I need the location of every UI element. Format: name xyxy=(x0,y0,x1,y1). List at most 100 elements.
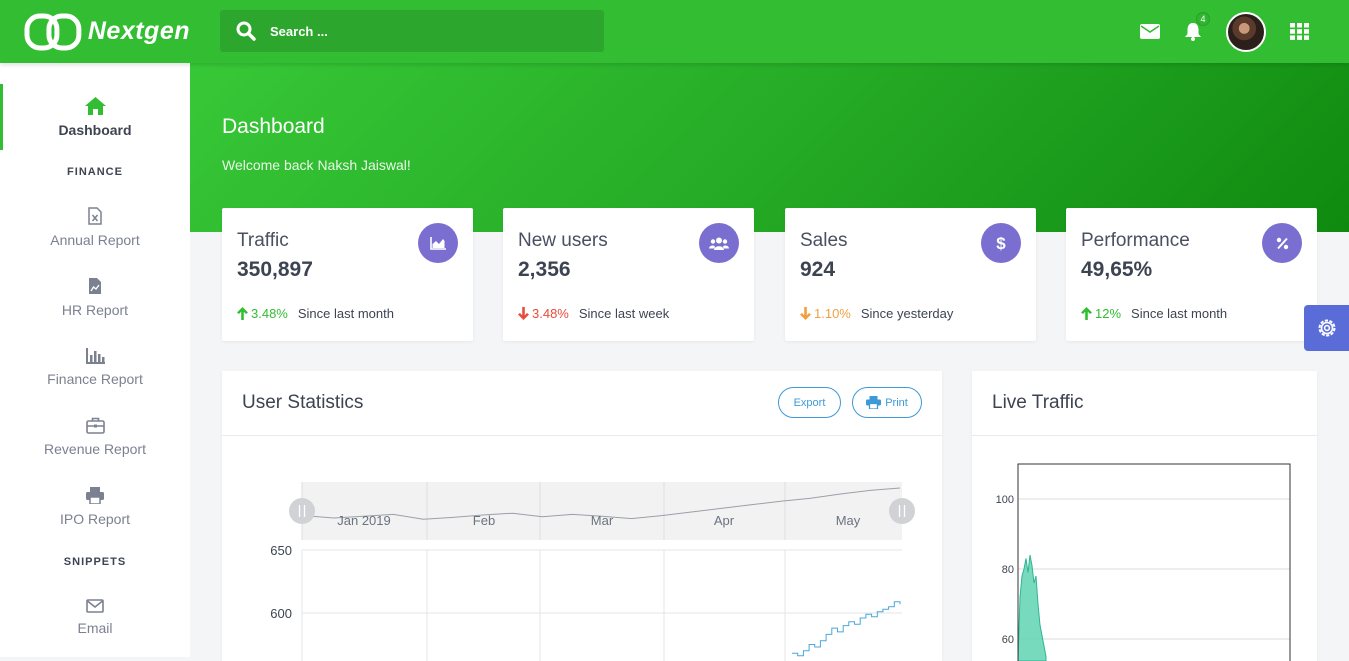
stat-change: 3.48% xyxy=(532,306,569,321)
search-icon xyxy=(236,21,256,41)
navigator-tick-label: Feb xyxy=(473,513,495,528)
top-bar: Nextgen 4 xyxy=(0,0,1349,63)
header-actions: 4 xyxy=(1116,0,1309,63)
stat-card-sales: Sales 924 $ 1.10% Since yesterday xyxy=(785,208,1036,341)
dashboard-hero: Dashboard Welcome back Naksh Jaiswal! xyxy=(190,63,1349,232)
brand[interactable]: Nextgen xyxy=(0,0,190,63)
sidebar-item-ipo-report[interactable]: IPO Report xyxy=(0,472,190,542)
sidebar-item-label: Annual Report xyxy=(50,231,140,248)
navigator-right-handle[interactable] xyxy=(889,498,915,524)
stat-card-traffic: Traffic 350,897 3.48% Since last month xyxy=(222,208,473,341)
excel-file-icon xyxy=(88,206,102,225)
home-icon xyxy=(84,96,106,115)
notifications-button[interactable]: 4 xyxy=(1184,12,1210,41)
grid-icon xyxy=(1290,23,1309,40)
printer-icon xyxy=(86,487,104,504)
sidebar-item-dashboard[interactable]: Dashboard xyxy=(0,82,190,152)
panel-title: Live Traffic xyxy=(992,392,1084,413)
stat-label: Sales xyxy=(800,230,848,251)
users-icon xyxy=(709,237,729,250)
navigator-tick-label: Jan 2019 xyxy=(337,513,391,528)
envelope-icon xyxy=(1140,24,1160,39)
user-menu[interactable] xyxy=(1226,11,1266,52)
live-traffic-panel: Live Traffic 100 80 60 xyxy=(972,371,1317,661)
stat-value: 924 xyxy=(800,258,836,281)
export-button[interactable]: Export xyxy=(778,387,841,418)
printer-icon xyxy=(866,396,882,409)
navigator-tick-label: Mar xyxy=(591,513,614,528)
search-bar[interactable] xyxy=(220,10,604,52)
stat-icon-badge xyxy=(1262,223,1302,263)
panel-header: Live Traffic xyxy=(972,371,1317,436)
stat-label: Traffic xyxy=(237,230,289,251)
sidebar-item-annual-report[interactable]: Annual Report xyxy=(0,192,190,262)
arrow-up-icon xyxy=(1081,307,1092,320)
welcome-message: Welcome back Naksh Jaiswal! xyxy=(222,157,411,173)
sidebar-item-finance-report[interactable]: Finance Report xyxy=(0,332,190,402)
briefcase-icon xyxy=(85,417,105,434)
sidebar-section-snippets: SNIPPETS xyxy=(63,556,127,568)
area-chart-icon xyxy=(430,236,446,250)
page-title: Dashboard xyxy=(222,115,325,138)
navigator-left-handle[interactable] xyxy=(289,498,315,524)
messages-button[interactable] xyxy=(1140,24,1160,39)
stat-icon-badge xyxy=(418,223,458,263)
print-button[interactable]: Print xyxy=(852,387,922,418)
stat-icon-badge: $ xyxy=(981,223,1021,263)
stat-footer: 3.48% Since last week xyxy=(518,306,669,321)
stat-period: Since last week xyxy=(578,306,670,321)
sidebar-item-hr-report[interactable]: HR Report xyxy=(0,262,190,332)
sidebar-item-label: HR Report xyxy=(61,301,129,318)
bar-chart-icon xyxy=(85,347,105,364)
stat-change: 3.48% xyxy=(251,306,288,321)
stat-value: 49,65% xyxy=(1081,258,1153,281)
sidebar-item-revenue-report[interactable]: Revenue Report xyxy=(0,402,190,472)
stat-change: 1.10% xyxy=(814,306,851,321)
brand-name: Nextgen xyxy=(87,17,190,45)
arrow-down-icon xyxy=(800,307,811,320)
percent-icon xyxy=(1276,237,1288,249)
search-input[interactable] xyxy=(270,23,570,39)
sidebar-item-label: Email xyxy=(77,619,113,636)
stat-card-performance: Performance 49,65% 12% Since last month xyxy=(1066,208,1317,341)
user-statistics-chart[interactable]: Jan 2019 Feb Mar Apr May 650 600 xyxy=(222,436,942,661)
sidebar-item-label: Finance Report xyxy=(47,370,143,387)
stat-period: Since last month xyxy=(297,306,394,321)
plot-frame xyxy=(1017,463,1291,661)
gear-icon xyxy=(1318,319,1335,337)
dollar-icon: $ xyxy=(996,234,1006,252)
print-label: Print xyxy=(885,396,908,409)
arrow-up-icon xyxy=(237,307,248,320)
stat-label: New users xyxy=(518,230,608,251)
stat-card-new-users: New users 2,356 3.48% Since last week xyxy=(503,208,754,341)
stat-icon-badge xyxy=(699,223,739,263)
stat-footer: 12% Since last month xyxy=(1081,306,1227,321)
panel-header: User Statistics Export Print xyxy=(222,371,942,436)
stat-footer: 3.48% Since last month xyxy=(237,306,394,321)
svg-text:$: $ xyxy=(996,234,1006,252)
y-tick-label: 60 xyxy=(1002,634,1014,646)
live-traffic-chart[interactable]: 100 80 60 xyxy=(972,436,1317,661)
navigator-tick-label: May xyxy=(836,513,861,528)
y-tick-label: 650 xyxy=(270,543,292,558)
y-tick-label: 80 xyxy=(1002,564,1014,576)
sidebar: Dashboard FINANCE Annual Report HR Repor… xyxy=(0,63,190,657)
sidebar-item-label: Dashboard xyxy=(58,121,132,138)
stat-value: 2,356 xyxy=(518,258,571,281)
y-tick-label: 100 xyxy=(996,494,1014,506)
panel-title: User Statistics xyxy=(242,392,364,413)
navigator-tick-label: Apr xyxy=(714,513,735,528)
avatar xyxy=(1226,11,1266,52)
user-statistics-series xyxy=(792,601,901,657)
stat-period: Since yesterday xyxy=(860,306,954,321)
settings-toggle[interactable] xyxy=(1304,305,1349,351)
user-statistics-panel: User Statistics Export Print Jan 2019 Feb… xyxy=(222,371,942,661)
stat-footer: 1.10% Since yesterday xyxy=(800,306,953,321)
apps-button[interactable] xyxy=(1290,23,1309,40)
sidebar-section-finance: FINANCE xyxy=(67,166,123,178)
sidebar-item-email[interactable]: Email xyxy=(0,582,190,652)
live-traffic-series xyxy=(1017,554,1047,661)
y-tick-label: 600 xyxy=(270,606,292,621)
sidebar-item-label: IPO Report xyxy=(59,511,131,527)
stat-change: 12% xyxy=(1095,306,1122,321)
